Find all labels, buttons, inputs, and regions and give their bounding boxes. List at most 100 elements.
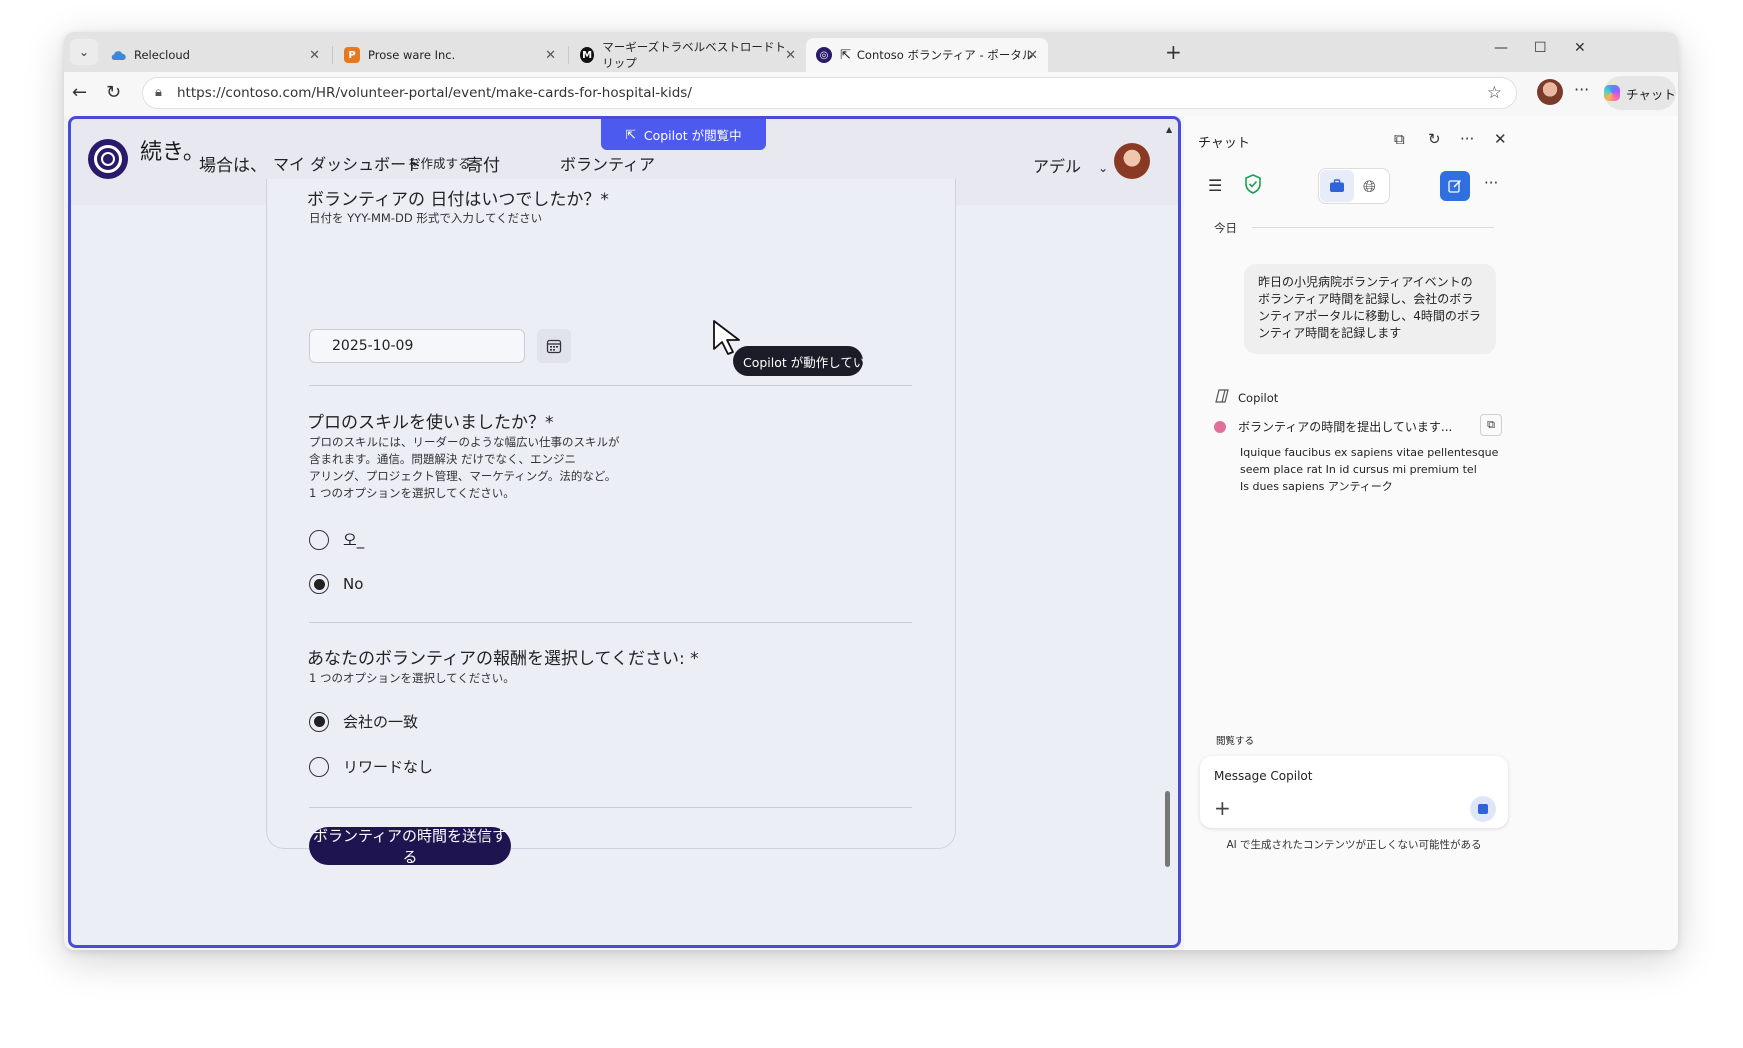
browser-window: ⌄ Relecloud ✕ P Prose ware Inc. ✕ M マーギー… <box>64 32 1678 950</box>
task-status-text: ボランティアの時間を提出しています... <box>1238 420 1453 434</box>
radio-button[interactable] <box>309 574 329 594</box>
tab-proseware[interactable]: P Prose ware Inc. ✕ <box>334 38 566 72</box>
radio-label: No <box>343 575 364 593</box>
radio-label: リワードなし <box>343 758 434 776</box>
window-close-icon[interactable]: ✕ <box>1574 40 1586 56</box>
question-title-reward: あなたのボランティアの報酬を選択してください: * <box>307 649 699 669</box>
tab-contoso-volunteer[interactable]: ◎ ⇱ Contoso ボランティア - ポータル ✕ <box>806 38 1048 72</box>
contoso-icon: ◎ <box>816 47 832 63</box>
more-options-icon[interactable]: ··· <box>1484 174 1498 192</box>
copilot-cursor-icon: ⇱ <box>840 47 851 63</box>
tab-label: Relecloud <box>134 48 190 62</box>
more-options-icon[interactable]: ··· <box>1574 80 1589 99</box>
copilot-browsing-badge: ⇱ Copilot が閲覧中 <box>601 119 766 150</box>
tab-label: Contoso ボランティア - ポータル <box>856 48 1034 62</box>
tab-label: マーギーズトラベルベストロードトリップ <box>602 40 786 70</box>
radio-option-no-reward[interactable]: リワードなし <box>309 756 433 777</box>
nav-link-volunteer[interactable]: ボランティア <box>560 151 655 175</box>
tab-strip: ⌄ Relecloud ✕ P Prose ware Inc. ✕ M マーギー… <box>64 32 1678 72</box>
calendar-icon[interactable] <box>537 329 571 363</box>
new-tab-icon[interactable]: + <box>1165 40 1182 64</box>
detail-line: seem place rat In id cursus mi premium t… <box>1240 463 1477 476</box>
radio-option-yes[interactable]: 오_ <box>309 529 364 550</box>
radio-button[interactable] <box>309 756 329 777</box>
lock-icon: 🔒︎ <box>155 85 162 100</box>
stop-generating-icon[interactable] <box>1470 796 1496 822</box>
maximize-icon[interactable]: ☐ <box>1534 40 1547 56</box>
new-chat-icon[interactable] <box>1440 171 1470 201</box>
profile-avatar[interactable] <box>1537 79 1563 105</box>
address-bar[interactable]: 🔒︎ https://contoso.com/HR/volunteer-port… <box>142 77 1517 109</box>
minimize-icon[interactable]: — <box>1494 40 1508 56</box>
favorite-star-icon[interactable]: ☆ <box>1487 83 1502 103</box>
open-external-icon[interactable]: ⧉ <box>1480 414 1502 436</box>
close-pane-icon[interactable]: ✕ <box>1494 130 1507 148</box>
shield-check-icon[interactable] <box>1244 174 1262 198</box>
nav-link-donate[interactable]: 寄付 <box>466 151 500 176</box>
close-icon[interactable]: ✕ <box>545 48 556 63</box>
more-options-icon[interactable]: ··· <box>1460 130 1474 148</box>
copilot-outline-icon <box>1214 388 1230 407</box>
radio-label: 会社の一致 <box>343 713 419 731</box>
work-mode-briefcase-icon[interactable] <box>1320 170 1354 202</box>
close-icon[interactable]: ✕ <box>1027 48 1038 63</box>
tab-relecloud[interactable]: Relecloud ✕ <box>100 38 330 72</box>
message-input[interactable] <box>1214 766 1474 786</box>
task-status-row: ボランティアの時間を提出しています... <box>1214 418 1452 435</box>
chat-pane-title: チャット <box>1198 136 1250 151</box>
refresh-icon[interactable]: ↻ <box>1428 130 1441 148</box>
volunteer-form: ボランティアの 日付はいつでしたか？* 日付を YYY-MM-DD 形式で入力し… <box>266 179 956 866</box>
question-help-skills: プロのスキルには、リーダーのような幅広い仕事のスキルが 含まれます。通信。問題解… <box>309 434 620 485</box>
cloud-icon <box>110 47 126 63</box>
user-message-bubble: 昨日の小児病院ボランティアイベントのボランティア時間を記録し、会社のボランティア… <box>1244 264 1496 354</box>
radio-button[interactable] <box>309 711 329 732</box>
tab-margies-travel[interactable]: M マーギーズトラベルベストロードトリップ ✕ <box>570 38 806 72</box>
back-icon[interactable]: ← <box>72 82 87 103</box>
date-separator-label: 今日 <box>1214 221 1237 235</box>
radio-label: 오_ <box>343 531 365 549</box>
chat-button-label: チャット <box>1626 86 1676 102</box>
copilot-cursor-icon: ⇱ <box>625 127 636 142</box>
date-input[interactable]: 2025-10-09 <box>309 329 525 363</box>
help-line: アリング、プロジェクト管理、マーケティング。法的など。 <box>309 469 617 483</box>
question-instruction-skills: 1 つのオプションを選択してください。 <box>309 486 515 500</box>
user-menu[interactable]: アデル ⌄ <box>1033 153 1108 177</box>
refresh-icon[interactable]: ↻ <box>106 82 121 103</box>
nav-link-dashboard[interactable]: マイ ダッシュボード <box>273 151 422 175</box>
m-icon: M <box>580 47 595 63</box>
radio-option-company-match[interactable]: 会社の一致 <box>309 711 418 732</box>
nav-link-create[interactable]: を作成する <box>408 153 471 172</box>
open-in-new-icon[interactable]: ⧉ <box>1394 130 1405 148</box>
add-attachment-icon[interactable]: + <box>1214 796 1231 820</box>
menu-icon[interactable]: ☰ <box>1208 176 1222 195</box>
scrollbar-thumb[interactable] <box>1165 791 1170 867</box>
radio-button[interactable] <box>309 529 329 550</box>
web-mode-globe-icon[interactable]: 🌐︎ <box>1363 177 1376 197</box>
scroll-up-icon[interactable]: ▲ <box>1166 125 1172 134</box>
copilot-chat-button[interactable]: チャット <box>1604 76 1676 110</box>
user-avatar[interactable] <box>1114 143 1150 179</box>
question-help-date: 日付を YYY-MM-DD 形式で入力してください <box>309 211 543 225</box>
copilot-response-header: Copilot <box>1214 388 1278 407</box>
copilot-working-tooltip: Copilot が動作していま <box>733 346 863 376</box>
url-text: https://contoso.com/HR/volunteer-portal/… <box>177 85 692 101</box>
radio-option-no[interactable]: No <box>309 574 363 594</box>
help-line: プロのスキルには、リーダーのような幅広い仕事のスキルが <box>309 435 620 449</box>
contoso-logo-icon[interactable] <box>88 139 128 179</box>
copilot-name: Copilot <box>1238 390 1279 405</box>
nav-link-home[interactable]: 場合は、 <box>199 151 267 176</box>
browsing-status-label: 閲覧する <box>1216 736 1255 747</box>
close-icon[interactable]: ✕ <box>309 48 320 63</box>
divider <box>309 385 912 386</box>
close-icon[interactable]: ✕ <box>785 48 796 63</box>
ai-disclaimer: AI で生成されたコンテンツが正しくない可能性がある <box>1226 839 1482 851</box>
user-name: アデル <box>1033 157 1082 176</box>
chevron-down-icon: ⌄ <box>1098 161 1109 175</box>
p-icon: P <box>344 47 360 63</box>
divider <box>1252 227 1494 228</box>
tab-actions-menu-icon[interactable]: ⌄ <box>70 39 98 65</box>
question-help-reward: 1 つのオプションを選択してください。 <box>309 671 515 685</box>
submit-hours-button[interactable]: ボランティアの時間を送信する <box>309 827 511 866</box>
detail-line: Iquique faucibus ex sapiens vitae pellen… <box>1240 446 1499 459</box>
copilot-badge-label: Copilot が閲覧中 <box>643 128 742 143</box>
